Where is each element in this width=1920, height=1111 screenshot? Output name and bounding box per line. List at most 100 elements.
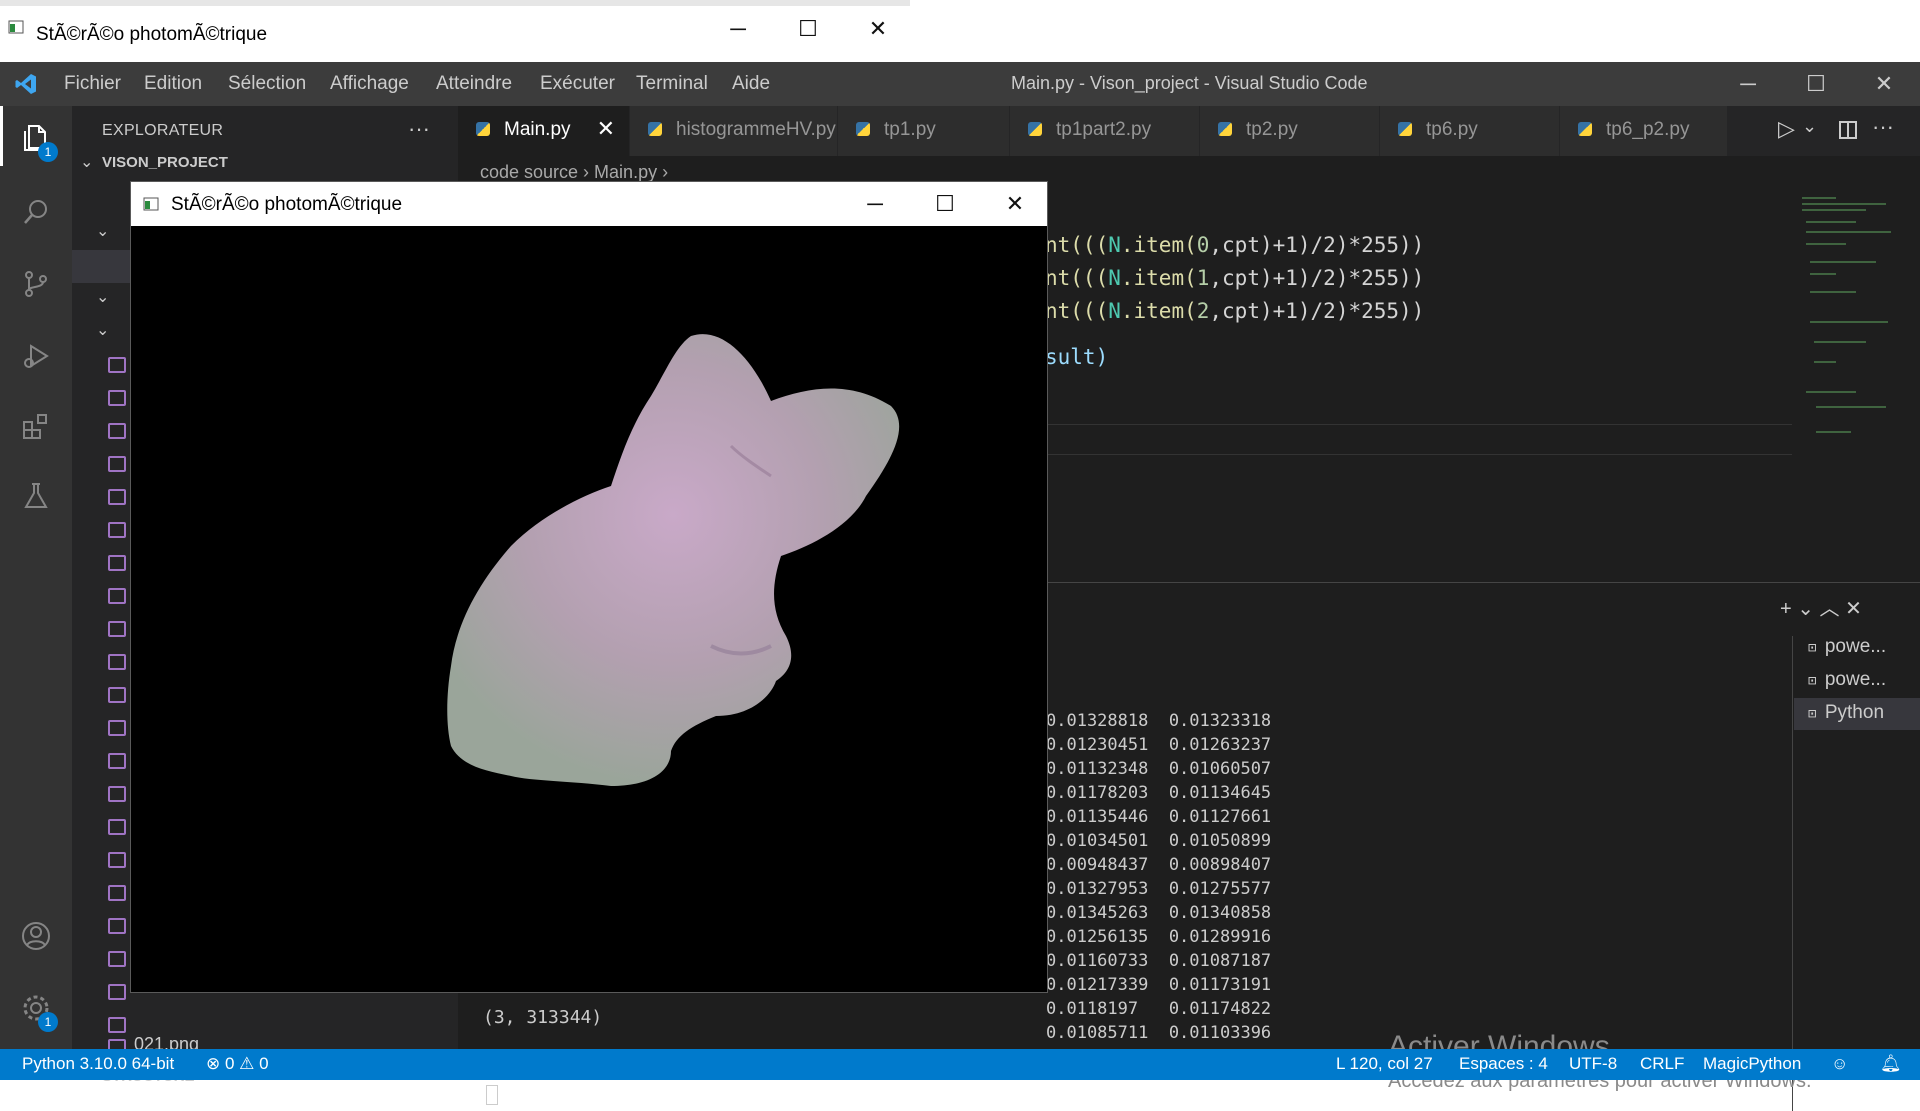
outer-minimize-button[interactable]: ─ [710, 9, 766, 49]
tab-close-icon[interactable]: ✕ [597, 116, 615, 142]
image-file-icon [108, 885, 126, 901]
status-language[interactable]: MagicPython [1703, 1054, 1801, 1074]
image-file-icon [108, 852, 126, 868]
app-window-icon [143, 197, 159, 211]
python-file-icon [1578, 122, 1592, 136]
tree-item[interactable] [72, 1009, 458, 1042]
opencv-image-window[interactable]: StÃ©rÃ©o photomÃ©trique ─ ☐ ✕ [130, 181, 1048, 993]
code-line-result: sult) [1045, 345, 1109, 369]
menu-edition[interactable]: Edition [144, 73, 202, 95]
project-folder[interactable]: VISON_PROJECT [102, 154, 228, 171]
code-line: nt(((N.item(0,cpt)+1)/2)*255)) [1045, 233, 1425, 257]
status-indentation[interactable]: Espaces : 4 [1459, 1054, 1548, 1074]
image-file-icon [108, 522, 126, 538]
image-file-icon [108, 621, 126, 637]
notifications-icon[interactable]: 🔔︎ [1880, 1054, 1902, 1074]
status-encoding[interactable]: UTF-8 [1569, 1054, 1617, 1074]
status-interpreter[interactable]: Python 3.10.0 64-bit [22, 1054, 174, 1074]
chevron-down-icon[interactable]: ⌄ [80, 152, 93, 172]
terminal-line: 0.00948437 0.00898407 [1046, 855, 1272, 875]
split-editor-icon[interactable] [1838, 120, 1858, 140]
menu-selection[interactable]: Sélection [228, 73, 306, 95]
terminal-list-border [1792, 636, 1793, 1111]
tab-main-py[interactable]: Main.py ✕ [458, 106, 630, 156]
terminal-line: 0.01345263 0.01340858 [1046, 903, 1272, 923]
more-actions-icon[interactable]: ··· [1872, 114, 1894, 140]
image-file-icon [108, 357, 126, 373]
account-icon[interactable] [14, 914, 58, 958]
current-line-top [1048, 424, 1792, 425]
tab-histogrammehv-py[interactable]: histogrammeHV.py [630, 106, 838, 156]
testing-icon[interactable] [14, 474, 58, 518]
python-file-icon [648, 122, 662, 136]
tab-tp1-py[interactable]: tp1.py [838, 106, 1010, 156]
status-cursor-position[interactable]: L 120, col 27 [1336, 1054, 1433, 1074]
minimap[interactable] [1796, 192, 1896, 492]
terminal-tab-python[interactable]: ⊡ Python [1794, 698, 1920, 730]
image-file-icon [108, 654, 126, 670]
tab-tp6-p2-py[interactable]: tp6_p2.py [1560, 106, 1728, 156]
tab-tp6-py[interactable]: tp6.py [1380, 106, 1560, 156]
image-file-icon [108, 588, 126, 604]
menu-atteindre[interactable]: Atteindre [436, 73, 512, 95]
run-debug-icon[interactable] [14, 334, 58, 378]
source-control-icon[interactable] [14, 262, 58, 306]
menu-executer[interactable]: Exécuter [540, 73, 615, 95]
image-file-icon [108, 555, 126, 571]
cv-window-title: StÃ©rÃ©o photomÃ©trique [171, 194, 403, 215]
vscode-minimize-button[interactable]: ─ [1718, 66, 1778, 102]
python-file-icon [1028, 122, 1042, 136]
image-file-icon [108, 918, 126, 934]
code-line: nt(((N.item(2,cpt)+1)/2)*255)) [1045, 299, 1425, 323]
feedback-icon[interactable]: ☺ [1831, 1054, 1848, 1074]
menu-terminal[interactable]: Terminal [636, 73, 708, 95]
python-file-icon [1398, 122, 1412, 136]
terminal-tab-powershell-2[interactable]: ⊡ powe... [1794, 665, 1920, 697]
cv-minimize-button[interactable]: ─ [847, 184, 903, 224]
breadcrumb[interactable]: code source › Main.py › [480, 162, 668, 183]
menu-affichage[interactable]: Affichage [330, 73, 409, 95]
search-icon[interactable] [14, 190, 58, 234]
extensions-icon[interactable] [14, 404, 58, 448]
image-file-icon [108, 687, 126, 703]
tab-tp2-py[interactable]: tp2.py [1200, 106, 1380, 156]
outer-close-button[interactable]: ✕ [850, 9, 906, 49]
activity-bar: 1 1 [0, 106, 72, 1050]
menu-fichier[interactable]: Fichier [64, 73, 121, 95]
chevron-down-icon[interactable]: ⌄ [96, 221, 109, 241]
terminal-line: 0.01327953 0.01275577 [1046, 879, 1272, 899]
cv-window-titlebar[interactable]: StÃ©rÃ©o photomÃ©trique ─ ☐ ✕ [131, 182, 1047, 226]
status-problems[interactable]: ⊗ 0 ⚠ 0 [206, 1054, 269, 1074]
python-file-icon [476, 122, 490, 136]
normal-map-image [131, 226, 1047, 992]
terminal-line: 0.01256135 0.01289916 [1046, 927, 1272, 947]
cv-close-button[interactable]: ✕ [987, 184, 1043, 224]
chevron-down-icon[interactable]: ⌄ [1802, 116, 1817, 137]
terminal-tab-powershell-1[interactable]: ⊡ powe... [1794, 632, 1920, 664]
status-eol[interactable]: CRLF [1640, 1054, 1684, 1074]
settings-icon[interactable]: 1 [14, 986, 58, 1032]
explorer-more-button[interactable]: ··· [408, 116, 430, 142]
panel-actions[interactable]: + ⌄ ︿ ✕ [1780, 592, 1862, 621]
vscode-close-button[interactable]: ✕ [1854, 66, 1914, 102]
python-file-icon [856, 122, 870, 136]
cv-maximize-button[interactable]: ☐ [917, 184, 973, 224]
vscode-restore-button[interactable]: ☐ [1786, 66, 1846, 102]
chevron-down-icon[interactable]: ⌄ [96, 320, 109, 340]
outer-maximize-button[interactable]: ☐ [780, 9, 836, 49]
tab-tp1part2-py[interactable]: tp1part2.py [1010, 106, 1200, 156]
terminal-line: 0.01085711 0.01103396 [1046, 1023, 1272, 1043]
terminal-line: 0.01230451 0.01263237 [1046, 735, 1272, 755]
image-file-icon [108, 456, 126, 472]
image-file-icon [108, 489, 126, 505]
chevron-down-icon[interactable]: ⌄ [96, 287, 109, 307]
image-file-icon [108, 1017, 126, 1033]
image-file-icon [108, 390, 126, 406]
terminal-line: 0.01160733 0.01087187 [1046, 951, 1272, 971]
image-file-icon [108, 951, 126, 967]
menu-aide[interactable]: Aide [732, 73, 770, 95]
explorer-icon[interactable]: 1 [14, 116, 58, 162]
terminal-line: 0.0118197 0.01174822 [1046, 999, 1272, 1019]
explorer-badge: 1 [38, 142, 58, 162]
run-file-icon[interactable]: ▷ [1778, 116, 1795, 142]
